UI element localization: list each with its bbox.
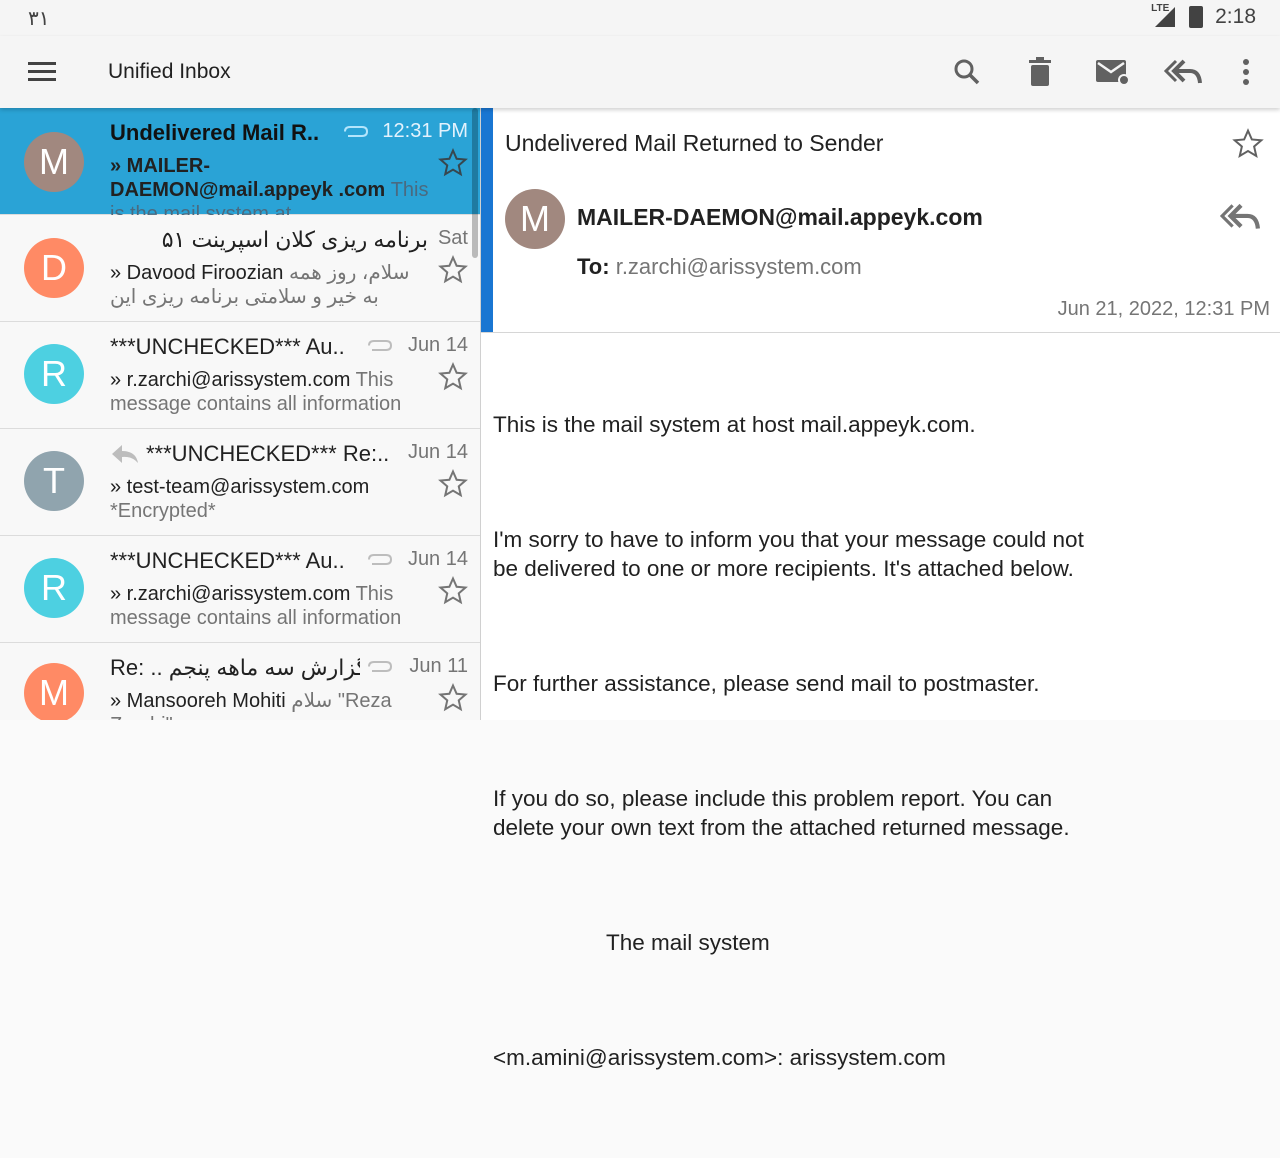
page-title: Unified Inbox — [108, 60, 231, 83]
message-date: Jun 14 — [407, 548, 468, 570]
mark-unread-icon[interactable] — [1092, 52, 1132, 92]
attachment-icon — [344, 126, 369, 137]
battery-icon — [1189, 6, 1204, 28]
message-sender: » r.zarchi@arissystem.com — [110, 369, 351, 391]
star-icon[interactable] — [1232, 128, 1264, 160]
message-sender: » MAILER-DAEMON@mail.appeyk .com — [110, 155, 386, 201]
avatar: T — [24, 451, 84, 511]
message-date: Jun 14 — [407, 441, 468, 463]
message-preview: » test-team@arissystem.com *Encrypted* — [110, 475, 430, 523]
message-preview: » r.zarchi@arissystem.com This message c… — [110, 582, 430, 630]
star-icon[interactable] — [438, 148, 468, 178]
to-label: To: — [577, 254, 610, 279]
list-item[interactable]: T ***UNCHECKED*** Re:.. Jun 14 » test-te… — [0, 429, 480, 536]
sender-address: MAILER-DAEMON@mail.appeyk.com — [577, 204, 983, 230]
list-item[interactable]: M Undelivered Mail R.. 12:31 PM » MAILER… — [0, 108, 480, 225]
avatar: R — [24, 558, 84, 618]
message-snippet: *Encrypted* — [110, 500, 216, 522]
message-datetime: Jun 21, 2022, 12:31 PM — [1057, 298, 1270, 320]
message-subject: برنامه ریزی کلان اسپرینت ۵۱ — [161, 227, 428, 252]
status-date: ۳۱ — [28, 8, 50, 30]
body-paragraph: <m.amini@arissystem.com>: arissystem.com — [493, 1045, 946, 1070]
avatar: M — [24, 663, 84, 720]
reply-all-icon[interactable] — [1220, 202, 1260, 232]
message-header: Undelivered Mail Returned to Sender M MA… — [481, 108, 1280, 333]
search-icon[interactable] — [947, 52, 987, 92]
avatar: R — [24, 344, 84, 404]
message-subject: ***UNCHECKED*** Au.. — [110, 548, 345, 573]
message-sender: » r.zarchi@arissystem.com — [110, 583, 351, 605]
message-subject: ***UNCHECKED*** Au.. — [110, 334, 345, 359]
message-preview: » r.zarchi@arissystem.com This message c… — [110, 368, 430, 416]
reply-all-icon[interactable] — [1163, 52, 1203, 92]
star-icon[interactable] — [438, 255, 468, 285]
message-list: M Undelivered Mail R.. 12:31 PM » MAILER… — [0, 108, 480, 720]
attachment-icon — [368, 340, 393, 351]
attachment-icon — [368, 661, 393, 672]
overflow-menu-icon[interactable] — [1226, 52, 1266, 92]
recipient-address: r.zarchi@arissystem.com — [615, 254, 862, 279]
message-sender: » Mansooreh Mohiti — [110, 690, 286, 712]
menu-icon[interactable] — [24, 57, 60, 87]
delete-icon[interactable] — [1020, 52, 1060, 92]
message-subject: Undelivered Mail R.. — [110, 120, 320, 145]
list-item[interactable]: M Re: .. گزارش سه ماهه پنجم Jun 11 » Man… — [0, 643, 480, 720]
message-reader: Undelivered Mail Returned to Sender M MA… — [481, 108, 1280, 1070]
message-preview: » Davood Firoozian سلام، روز همه به خیر … — [110, 261, 430, 311]
list-item[interactable]: R ***UNCHECKED*** Au.. Jun 14 » r.zarchi… — [0, 536, 480, 643]
status-bar: ۳۱ LTE 2:18 — [0, 0, 1280, 36]
avatar: D — [24, 238, 84, 298]
recipient-line: To: r.zarchi@arissystem.com — [577, 254, 862, 280]
message-body: This is the mail system at host mail.app… — [493, 352, 1253, 1158]
message-subject: Re: .. گزارش سه ماهه پنجم — [110, 655, 360, 680]
signal-icon: LTE — [1151, 3, 1177, 29]
message-subject: ***UNCHECKED*** Re:.. — [146, 441, 390, 466]
message-date: Jun 14 — [407, 334, 468, 356]
star-icon[interactable] — [438, 683, 468, 713]
message-title: Undelivered Mail Returned to Sender — [505, 130, 884, 156]
replied-icon — [112, 445, 138, 463]
body-paragraph: This is the mail system at host mail.app… — [493, 412, 976, 437]
selection-accent — [481, 108, 493, 332]
list-scrollbar[interactable] — [472, 108, 478, 258]
clock: 2:18 — [1215, 5, 1256, 28]
body-paragraph: If you do so, please include this proble… — [493, 786, 1070, 840]
star-icon[interactable] — [438, 362, 468, 392]
star-icon[interactable] — [438, 469, 468, 499]
app-bar: Unified Inbox — [0, 36, 1280, 108]
body-paragraph: For further assistance, please send mail… — [493, 671, 1040, 696]
message-date: Sat — [437, 227, 468, 249]
body-paragraph: I'm sorry to have to inform you that you… — [493, 527, 1084, 581]
message-preview: » Mansooreh Mohiti سلام "Reza Zarchi" — [110, 689, 430, 720]
message-sender: » Davood Firoozian — [110, 262, 284, 284]
attachment-icon — [368, 554, 393, 565]
star-icon[interactable] — [438, 576, 468, 606]
sender-avatar: M — [505, 189, 565, 249]
list-item[interactable]: D برنامه ریزی کلان اسپرینت ۵۱ Sat » Davo… — [0, 215, 480, 322]
body-signature: The mail system — [606, 930, 770, 955]
message-date: Jun 11 — [409, 655, 468, 677]
message-sender: » test-team@arissystem.com — [110, 476, 370, 498]
avatar: M — [24, 132, 84, 192]
status-icons: LTE 2:18 — [1151, 3, 1256, 29]
list-item[interactable]: R ***UNCHECKED*** Au.. Jun 14 » r.zarchi… — [0, 322, 480, 429]
message-date: 12:31 PM — [382, 120, 468, 142]
